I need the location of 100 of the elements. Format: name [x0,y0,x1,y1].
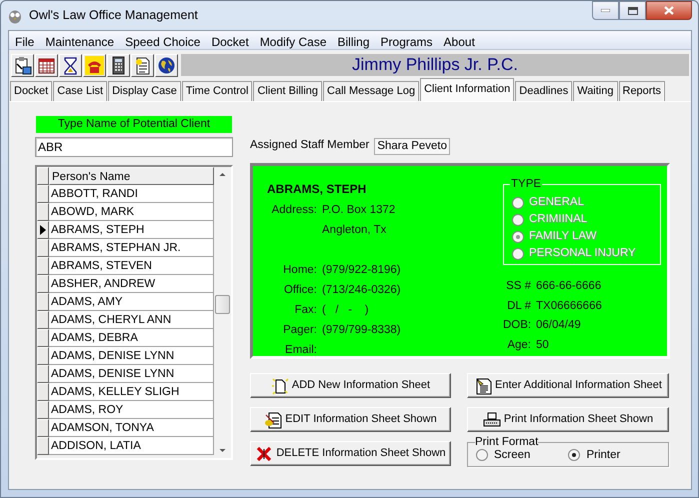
form-document-icon [474,376,492,394]
field-label: SS # [505,279,531,294]
radio-button[interactable] [568,449,580,462]
telephone-icon [85,56,104,74]
row-selector[interactable] [37,221,49,239]
toolbar-button[interactable] [83,54,106,76]
tab[interactable]: Call Message Log [323,81,420,101]
table-cell[interactable]: ABSHER, ANDREW [49,275,214,293]
document-icon [133,56,152,74]
menu-item[interactable]: Modify Case [254,31,332,49]
tab[interactable]: Case List [53,81,108,101]
printer-icon [482,410,501,428]
field-label: Age: [506,338,531,352]
maximize-button[interactable] [619,1,646,20]
table-cell[interactable]: ADAMS, CHERYL ANN [49,311,214,329]
field-label: Home: [282,263,317,278]
table-cell[interactable]: ADAMS, DENISE LYNN [49,347,214,365]
field-value: (979/799-8338) [322,323,401,338]
field-value: TX06666666 [536,298,602,314]
tab[interactable]: Client Information [420,78,514,101]
staff-field[interactable]: Shara Peveto [374,138,450,154]
toolbar-button[interactable] [155,54,178,76]
field-value: Angleton, Tx [322,223,388,238]
field-label: Email: [284,343,317,358]
tab[interactable]: Reports [618,81,666,101]
field-label: Fax: [294,303,317,318]
tab[interactable]: Deadlines [515,81,572,101]
edit-document-icon [264,410,282,428]
table-cell[interactable]: ADAMS, DENISE LYNN [49,365,214,383]
menu-item[interactable]: Billing [332,31,375,49]
calendar-icon [37,56,56,74]
menu-item[interactable]: Programs [374,31,438,49]
firm-name-banner: Jimmy Phillips Jr. P.C. [181,54,689,76]
field-value: 666-66-6666 [536,279,602,294]
radio-button[interactable] [476,449,488,462]
action-button[interactable]: Print Information Sheet Shown [467,407,669,432]
toolbar-button[interactable] [131,54,154,76]
table-cell[interactable]: ADAMSON, TONYA [49,419,214,437]
tab[interactable]: Client Billing [253,81,322,101]
table-cell[interactable]: ABRAMS, STEPH [49,221,214,239]
globe-icon [157,56,176,74]
field-value: ( / - ) [322,303,369,318]
option-label: Printer [586,448,620,463]
option-label: FAMILY LAW [529,228,597,244]
menu-item[interactable]: Maintenance [39,31,120,49]
menu-item[interactable]: Docket [205,31,254,49]
field-label: DOB: [503,318,531,333]
table-cell[interactable]: ADAMS, KELLEY SLIGH [49,383,214,401]
maximize-icon [628,6,638,14]
scroll-thumb[interactable] [215,295,230,314]
toolbar-button[interactable] [11,54,34,76]
menu-item[interactable]: Speed Choice [119,31,206,49]
action-button[interactable]: DELETE Information Sheet Shown [250,441,451,466]
field-value: P.O. Box 1372 [322,203,396,218]
close-button[interactable] [646,1,692,20]
table-cell[interactable]: ABOWD, MARK [49,203,214,221]
field-value: (979/922-8196) [322,263,401,278]
menu-item[interactable]: About [438,31,480,49]
client-name: ABRAMS, STEPH [267,181,368,198]
table-cell[interactable]: ABRAMS, STEVEN [49,257,214,275]
field-label: Office: [282,283,317,298]
table-cell[interactable]: ABBOTT, RANDI [49,185,214,203]
action-button[interactable]: EDIT Information Sheet Shown [250,407,451,432]
tab[interactable]: Time Control [182,81,252,101]
field-label: Pager: [282,323,317,338]
field-value: 50 [536,338,549,352]
menu-item[interactable]: File [9,31,40,49]
tab[interactable]: Display Case [108,81,181,101]
tab[interactable]: Waiting [573,81,618,101]
delete-x-icon [255,444,274,462]
window-title: Owl's Law Office Management [29,7,198,24]
new-document-icon [270,376,289,394]
action-button[interactable]: ADD New Information Sheet [250,373,451,398]
tab[interactable]: Docket [10,81,52,101]
search-label: Type Name of Potential Client [36,116,232,133]
column-header[interactable]: Person's Name [49,167,214,185]
table-cell[interactable]: ADAMS, DEBRA [49,329,214,347]
staff-label: Assigned Staff Member [250,138,370,154]
minimize-icon [601,9,610,12]
toolbar-button[interactable] [35,54,58,76]
owl-logo-icon [7,8,23,24]
option-label: PERSONAL INJURY [529,246,636,261]
table-cell[interactable]: ABRAMS, STEPHAN JR. [49,239,214,257]
table-cell[interactable]: ADAMS, ROY [49,401,214,419]
clipboard-icon [13,56,32,74]
option-label: GENERAL [529,194,584,210]
close-icon [664,6,674,15]
toolbar-button[interactable] [59,54,82,76]
action-button[interactable]: Enter Additional Information Sheet [467,373,669,398]
option-label: Screen [494,448,530,463]
table-cell[interactable]: ADDISON, LATIA [49,437,214,455]
toolbar-button[interactable] [107,54,130,76]
option-label: CRIMIINAL [529,212,588,227]
field-label: DL # [506,298,531,314]
search-field[interactable]: ABR [35,137,233,157]
field-value: (713/246-0326) [322,283,401,298]
group-title: Print Format [475,436,538,448]
table-cell[interactable]: ADAMS, AMY [49,293,214,311]
field-label: Address: [270,203,317,218]
field-value: 06/04/49 [536,318,581,333]
